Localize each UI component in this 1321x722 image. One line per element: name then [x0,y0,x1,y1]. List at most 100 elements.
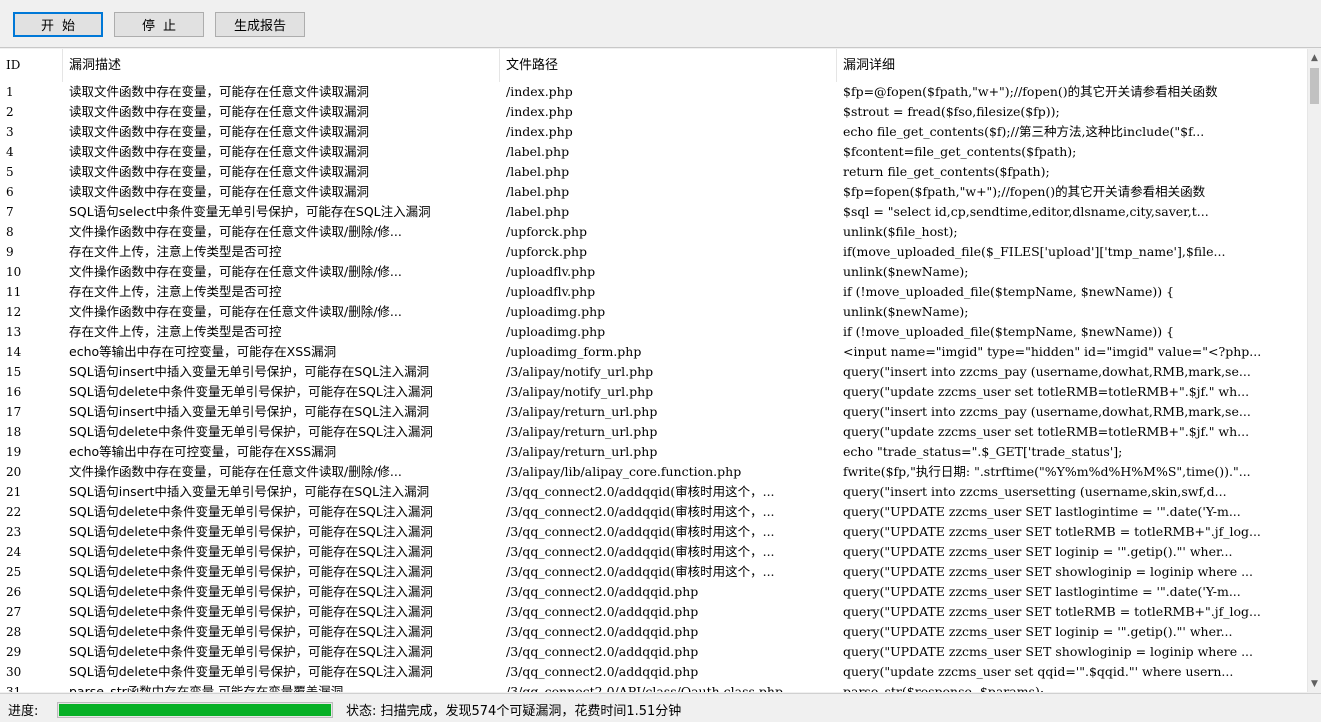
cell-description: 读取文件函数中存在变量，可能存在任意文件读取漏洞 [69,164,370,179]
status-text: 状态: 扫描完成，发现574个可疑漏洞，花费时间1.51分钟 [346,704,682,719]
column-header-id[interactable]: ID [0,49,63,82]
cell-id: 11 [6,285,22,299]
table-row[interactable]: 17 SQL语句insert中插入变量无单引号保护，可能存在SQL注入漏洞/3/a… [0,402,1307,422]
table-row[interactable]: 22 SQL语句delete中条件变量无单引号保护，可能存在SQL注入漏洞/3/q… [0,502,1307,522]
table-row[interactable]: 24 SQL语句delete中条件变量无单引号保护，可能存在SQL注入漏洞/3/q… [0,542,1307,562]
cell-id: 16 [6,385,22,399]
cell-file-path: /3/qq_connect2.0/addqqid(审核时用这个，... [506,544,775,559]
cell-description: 存在文件上传，注意上传类型是否可控 [69,284,282,299]
table-row[interactable]: 23 SQL语句delete中条件变量无单引号保护，可能存在SQL注入漏洞/3/q… [0,522,1307,542]
table-row[interactable]: 10 文件操作函数中存在变量，可能存在任意文件读取/删除/修... /uploadf… [0,262,1307,282]
cell-description: echo等输出中存在可控变量，可能存在XSS漏洞 [69,444,337,459]
table-row[interactable]: 30 SQL语句delete中条件变量无单引号保护，可能存在SQL注入漏洞/3/q… [0,662,1307,682]
cell-detail: query("UPDATE zzcms_user SET lastloginti… [843,584,1241,599]
cell-description: SQL语句delete中条件变量无单引号保护，可能存在SQL注入漏洞 [69,424,433,439]
cell-detail: query("insert into zzcms_pay (username,d… [843,404,1251,419]
cell-id: 5 [6,165,14,179]
table-row[interactable]: 3 读取文件函数中存在变量，可能存在任意文件读取漏洞/index.php echo … [0,122,1307,142]
cell-detail: unlink($newName); [843,264,969,279]
cell-id: 26 [6,585,22,599]
cell-file-path: /3/qq_connect2.0/addqqid(审核时用这个，... [506,564,775,579]
table-row[interactable]: 27 SQL语句delete中条件变量无单引号保护，可能存在SQL注入漏洞/3/q… [0,602,1307,622]
start-button[interactable]: 开始 [13,12,103,37]
cell-id: 21 [6,485,22,499]
table-row[interactable]: 15 SQL语句insert中插入变量无单引号保护，可能存在SQL注入漏洞/3/a… [0,362,1307,382]
table-row[interactable]: 14 echo等输出中存在可控变量，可能存在XSS漏洞/uploadimg_for… [0,342,1307,362]
column-header-description[interactable]: 漏洞描述 [63,49,500,82]
cell-detail: query("UPDATE zzcms_user SET showloginip… [843,644,1254,659]
cell-id: 12 [6,305,22,319]
vertical-scrollbar[interactable]: ▲ ▼ [1307,49,1321,692]
cell-detail: unlink($newName); [843,304,969,319]
cell-file-path: /uploadimg_form.php [506,344,642,359]
cell-file-path: /index.php [506,124,573,139]
cell-file-path: /upforck.php [506,244,587,259]
cell-description: SQL语句insert中插入变量无单引号保护，可能存在SQL注入漏洞 [69,364,430,379]
cell-file-path: /uploadflv.php [506,264,596,279]
cell-file-path: /3/qq_connect2.0/addqqid.php [506,624,699,639]
table-row[interactable]: 1 读取文件函数中存在变量，可能存在任意文件读取漏洞/index.php $fp=@… [0,82,1307,102]
cell-id: 4 [6,145,14,159]
cell-description: SQL语句delete中条件变量无单引号保护，可能存在SQL注入漏洞 [69,644,433,659]
cell-id: 28 [6,625,22,639]
table-row[interactable]: 20 文件操作函数中存在变量，可能存在任意文件读取/删除/修... /3/alipa… [0,462,1307,482]
table-row[interactable]: 4 读取文件函数中存在变量，可能存在任意文件读取漏洞/label.php $fcon… [0,142,1307,162]
cell-id: 7 [6,205,14,219]
table-row[interactable]: 29 SQL语句delete中条件变量无单引号保护，可能存在SQL注入漏洞/3/q… [0,642,1307,662]
cell-description: SQL语句delete中条件变量无单引号保护，可能存在SQL注入漏洞 [69,584,433,599]
cell-detail: return file_get_contents($fpath); [843,164,1050,179]
cell-id: 20 [6,465,22,479]
table-row[interactable]: 19 echo等输出中存在可控变量，可能存在XSS漏洞/3/alipay/retu… [0,442,1307,462]
cell-description: SQL语句insert中插入变量无单引号保护，可能存在SQL注入漏洞 [69,484,430,499]
table-row[interactable]: 13 存在文件上传，注意上传类型是否可控/uploadimg.php if (!mo… [0,322,1307,342]
table-row[interactable]: 16 SQL语句delete中条件变量无单引号保护，可能存在SQL注入漏洞/3/a… [0,382,1307,402]
table-row[interactable]: 12 文件操作函数中存在变量，可能存在任意文件读取/删除/修... /uploadi… [0,302,1307,322]
cell-id: 29 [6,645,22,659]
cell-file-path: /uploadflv.php [506,284,596,299]
cell-description: SQL语句delete中条件变量无单引号保护，可能存在SQL注入漏洞 [69,384,433,399]
scroll-down-arrow-icon[interactable]: ▼ [1308,675,1321,692]
table-row[interactable]: 11 存在文件上传，注意上传类型是否可控/uploadflv.php if (!mo… [0,282,1307,302]
cell-detail: <input name="imgid" type="hidden" id="im… [843,344,1262,359]
cell-detail: query("UPDATE zzcms_user SET loginip = '… [843,624,1233,639]
stop-button[interactable]: 停止 [114,12,204,37]
cell-file-path: /label.php [506,184,570,199]
table-row[interactable]: 8 文件操作函数中存在变量，可能存在任意文件读取/删除/修... /upforck.… [0,222,1307,242]
table-row[interactable]: 21 SQL语句insert中插入变量无单引号保护，可能存在SQL注入漏洞/3/q… [0,482,1307,502]
cell-detail: echo file_get_contents($f);//第三种方法,这种比in… [843,124,1205,139]
cell-id: 15 [6,365,22,379]
table-row[interactable]: 2 读取文件函数中存在变量，可能存在任意文件读取漏洞/index.php $stro… [0,102,1307,122]
table-row[interactable]: 7 SQL语句select中条件变量无单引号保护，可能存在SQL注入漏洞/labe… [0,202,1307,222]
table-row[interactable]: 18 SQL语句delete中条件变量无单引号保护，可能存在SQL注入漏洞/3/a… [0,422,1307,442]
cell-detail: $fcontent=file_get_contents($fpath); [843,144,1077,159]
cell-id: 1 [6,85,14,99]
cell-file-path: /3/alipay/lib/alipay_core.function.php [506,464,742,479]
cell-file-path: /3/alipay/return_url.php [506,444,658,459]
cell-id: 3 [6,125,14,139]
table-row[interactable]: 6 读取文件函数中存在变量，可能存在任意文件读取漏洞/label.php $fp=f… [0,182,1307,202]
scrollbar-thumb[interactable] [1310,68,1319,104]
table-row[interactable]: 5 读取文件函数中存在变量，可能存在任意文件读取漏洞/label.php retur… [0,162,1307,182]
generate-report-button[interactable]: 生成报告 [215,12,305,37]
cell-detail: query("insert into zzcms_usersetting (us… [843,484,1227,499]
column-header-detail[interactable]: 漏洞详细 [837,49,1307,82]
list-body: 1 读取文件函数中存在变量，可能存在任意文件读取漏洞/index.php $fp=@… [0,82,1307,692]
table-row[interactable]: 28 SQL语句delete中条件变量无单引号保护，可能存在SQL注入漏洞/3/q… [0,622,1307,642]
table-row[interactable]: 25 SQL语句delete中条件变量无单引号保护，可能存在SQL注入漏洞/3/q… [0,562,1307,582]
cell-detail: $sql = "select id,cp,sendtime,editor,dls… [843,204,1209,219]
cell-description: SQL语句delete中条件变量无单引号保护，可能存在SQL注入漏洞 [69,604,433,619]
cell-detail: query("UPDATE zzcms_user SET totleRMB = … [843,604,1261,619]
table-row[interactable]: 9 存在文件上传，注意上传类型是否可控/upforck.php if(move_up… [0,242,1307,262]
cell-file-path: /3/alipay/notify_url.php [506,364,654,379]
cell-description: SQL语句delete中条件变量无单引号保护，可能存在SQL注入漏洞 [69,544,433,559]
cell-file-path: /index.php [506,104,573,119]
scroll-up-arrow-icon[interactable]: ▲ [1308,49,1321,66]
column-header-file-path[interactable]: 文件路径 [500,49,837,82]
vulnerability-list[interactable]: ID 漏洞描述 文件路径 漏洞详细 1 读取文件函数中存在变量，可能存在任意文件读… [0,49,1321,692]
table-row[interactable]: 26 SQL语句delete中条件变量无单引号保护，可能存在SQL注入漏洞/3/q… [0,582,1307,602]
cell-description: SQL语句delete中条件变量无单引号保护，可能存在SQL注入漏洞 [69,624,433,639]
table-row[interactable]: 31 parse_str函数中存在变量,可能存在变量覆盖漏洞/3/qq_conne… [0,682,1307,692]
cell-description: SQL语句select中条件变量无单引号保护，可能存在SQL注入漏洞 [69,204,431,219]
cell-id: 18 [6,425,22,439]
cell-description: 文件操作函数中存在变量，可能存在任意文件读取/删除/修... [69,224,402,239]
